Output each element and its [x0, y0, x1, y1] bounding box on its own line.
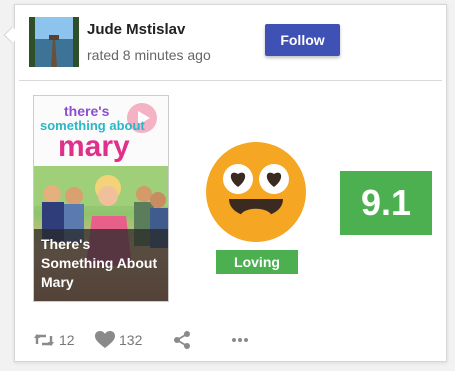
poster-art-line-3: mary — [58, 130, 130, 163]
action-bar: 12 132 — [33, 327, 432, 353]
reshare-count: 12 — [59, 332, 75, 348]
card-header: Jude Mstislav rated 8 minutes ago Follow — [29, 17, 432, 73]
share-button[interactable] — [173, 327, 191, 353]
rating-score: 9.1 — [340, 171, 432, 235]
movie-poster[interactable]: there's something about mary There's Som… — [33, 95, 169, 302]
user-name[interactable]: Jude Mstislav — [87, 21, 185, 38]
like-count: 132 — [119, 332, 143, 348]
like-button[interactable]: 132 — [95, 327, 142, 353]
movie-title[interactable]: There's Something About Mary — [34, 229, 168, 301]
more-button[interactable] — [231, 327, 249, 353]
reshare-icon — [33, 332, 55, 348]
poster-title-art: there's something about mary — [34, 96, 168, 166]
avatar[interactable] — [29, 17, 79, 67]
follow-button[interactable]: Follow — [265, 24, 340, 56]
divider — [19, 80, 442, 81]
heart-icon — [95, 331, 115, 349]
share-icon — [173, 331, 191, 349]
heart-eyes-emoji-icon — [205, 141, 307, 243]
activity-text: rated 8 minutes ago — [87, 47, 211, 63]
activity-card: Jude Mstislav rated 8 minutes ago Follow… — [14, 4, 447, 362]
reaction-label: Loving — [216, 250, 298, 274]
more-icon — [231, 337, 249, 343]
poster-art-line-1: there's — [64, 103, 110, 119]
reshare-button[interactable]: 12 — [33, 327, 75, 353]
